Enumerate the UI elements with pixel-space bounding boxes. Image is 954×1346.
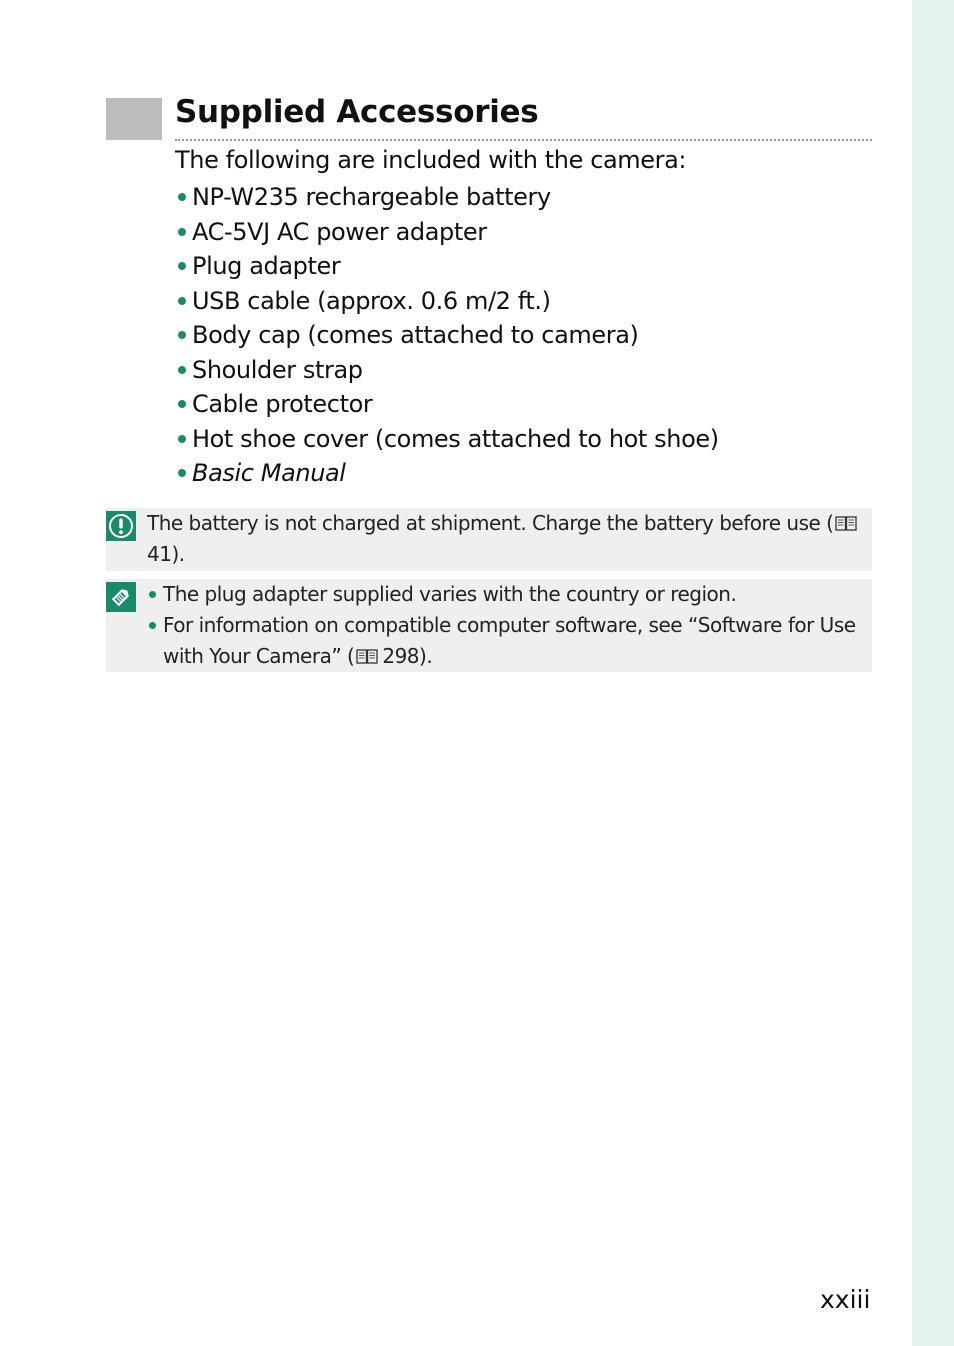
item-label: Plug adapter: [192, 252, 341, 281]
caution-text: The battery is not charged at shipment. …: [147, 508, 868, 570]
item-label: AC-5VJ AC power adapter: [192, 217, 487, 246]
bullet-icon: [178, 193, 186, 202]
bullet-icon: [178, 331, 186, 340]
tip-note: The plug adapter supplied varies with th…: [106, 579, 872, 672]
page-number: xxiii: [820, 1285, 871, 1314]
list-item: NP-W235 rechargeable battery: [175, 180, 719, 215]
list-item: Shoulder strap: [175, 353, 719, 388]
tip-text-end: ).: [419, 644, 433, 668]
section-heading-marker: [106, 98, 162, 140]
item-label: Hot shoe cover (comes attached to hot sh…: [192, 424, 719, 453]
caution-note: The battery is not charged at shipment. …: [106, 508, 872, 571]
page-reference-book-icon: [835, 509, 858, 531]
bullet-icon: [178, 434, 186, 443]
page-reference-link[interactable]: 298: [382, 644, 419, 668]
list-item: USB cable (approx. 0.6 m/2 ft.): [175, 284, 719, 319]
item-label: NP-W235 rechargeable battery: [192, 183, 551, 212]
tip-item: The plug adapter supplied varies with th…: [147, 579, 868, 610]
title-divider: [175, 139, 872, 141]
bullet-icon: [178, 227, 186, 236]
bullet-icon: [178, 365, 186, 374]
list-item: Plug adapter: [175, 249, 719, 284]
tip-text: The plug adapter supplied varies with th…: [163, 582, 737, 606]
page-reference-book-icon: [356, 642, 379, 664]
bullet-icon: [178, 296, 186, 305]
bullet-icon: [149, 591, 156, 598]
item-label: Cable protector: [192, 390, 373, 419]
list-item: Body cap (comes attached to camera): [175, 318, 719, 353]
chapter-side-tab: [912, 0, 954, 1346]
tip-list: The plug adapter supplied varies with th…: [147, 579, 868, 672]
list-item: Hot shoe cover (comes attached to hot sh…: [175, 422, 719, 457]
list-item: Cable protector: [175, 387, 719, 422]
intro-text: The following are included with the came…: [175, 146, 687, 174]
list-item: AC-5VJ AC power adapter: [175, 215, 719, 250]
page-reference-link[interactable]: 41: [147, 542, 172, 566]
item-label: Shoulder strap: [192, 355, 363, 384]
item-label: USB cable (approx. 0.6 m/2 ft.): [192, 286, 551, 315]
tip-text: For information on compatible computer s…: [163, 613, 856, 668]
caution-exclamation-icon: [106, 511, 136, 541]
item-label: Basic Manual: [192, 459, 346, 488]
bullet-icon: [178, 400, 186, 409]
item-label: Body cap (comes attached to camera): [192, 321, 639, 350]
caution-text-body: The battery is not charged at shipment. …: [147, 511, 834, 535]
pencil-note-icon: [106, 582, 136, 612]
page-title: Supplied Accessories: [175, 94, 539, 130]
caution-text-end: ).: [171, 542, 185, 566]
bullet-icon: [178, 469, 186, 478]
bullet-icon: [149, 622, 156, 629]
bullet-icon: [178, 262, 186, 271]
tip-item: For information on compatible computer s…: [147, 610, 868, 672]
list-item: Basic Manual: [175, 456, 719, 491]
accessories-list: NP-W235 rechargeable battery AC-5VJ AC p…: [175, 180, 719, 491]
